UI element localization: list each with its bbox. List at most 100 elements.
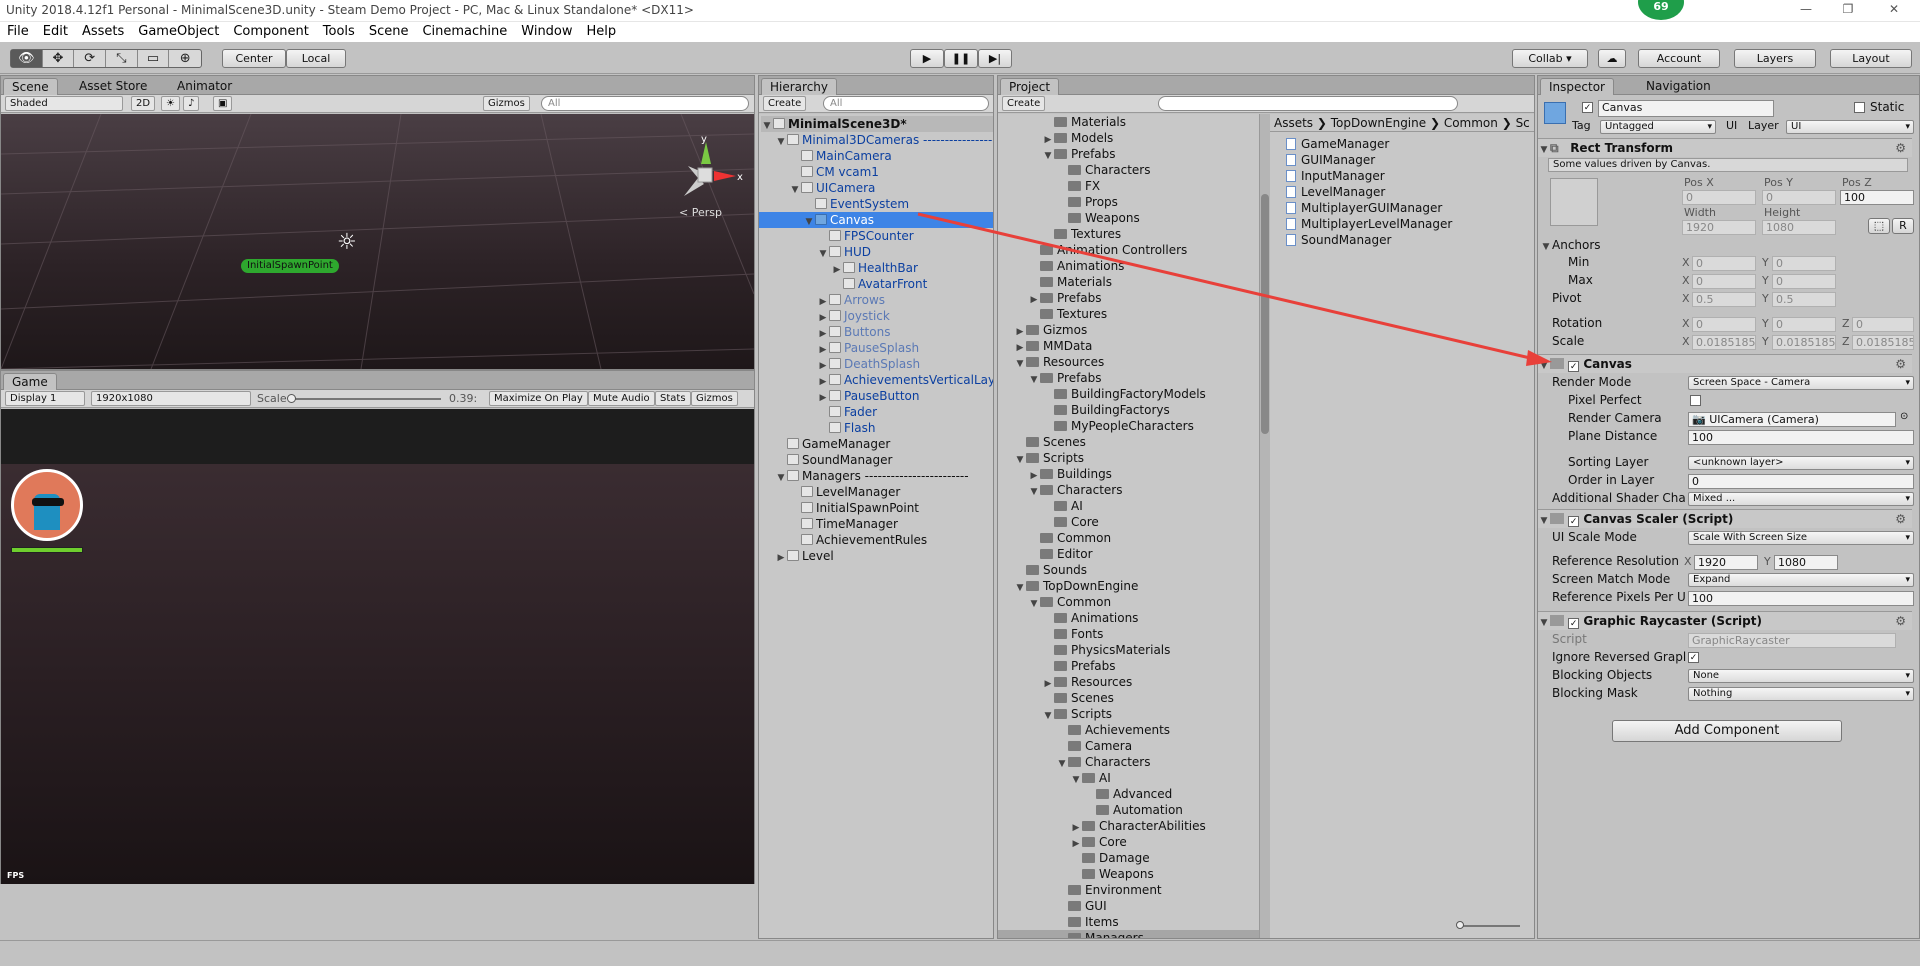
- component-settings-icon[interactable]: ⚙: [1895, 355, 1906, 373]
- hierarchy-row[interactable]: AvatarFront: [759, 276, 993, 292]
- order-in-layer-field[interactable]: 0: [1688, 474, 1914, 489]
- tab-hierarchy[interactable]: Hierarchy: [761, 78, 838, 95]
- menu-scene[interactable]: Scene: [362, 22, 416, 39]
- rotate-tool-icon[interactable]: ⟳: [74, 50, 107, 67]
- breadcrumb-assets[interactable]: Assets: [1274, 116, 1313, 130]
- persp-label[interactable]: < Persp: [679, 206, 722, 219]
- step-button[interactable]: ▶|: [978, 49, 1012, 68]
- canvas-scaler-header[interactable]: ▼ ✓ Canvas Scaler (Script) ⚙: [1538, 509, 1912, 528]
- add-component-button[interactable]: Add Component: [1612, 720, 1842, 742]
- anchor-max-y-field[interactable]: 0: [1772, 274, 1836, 289]
- hierarchy-row[interactable]: ▶ PauseSplash: [759, 340, 993, 356]
- spawn-point-label[interactable]: InitialSpawnPoint: [241, 259, 339, 273]
- project-folder-row[interactable]: ▼ Scripts: [998, 706, 1259, 722]
- project-folder-row[interactable]: ▶ MMData: [998, 338, 1259, 354]
- width-field[interactable]: 1920: [1682, 220, 1756, 235]
- project-folder-row[interactable]: Characters: [998, 162, 1259, 178]
- pivot-local-button[interactable]: Local: [286, 49, 346, 68]
- scale-z-field[interactable]: 0.0185185: [1852, 335, 1914, 350]
- cloud-icon[interactable]: ☁: [1598, 49, 1626, 68]
- project-folder-row[interactable]: Items: [998, 914, 1259, 930]
- breadcrumb-common[interactable]: Common: [1444, 116, 1498, 130]
- tab-navigation[interactable]: Navigation: [1638, 78, 1719, 95]
- static-checkbox[interactable]: [1854, 102, 1865, 113]
- mute-audio-toggle[interactable]: Mute Audio: [588, 391, 655, 406]
- hierarchy-row[interactable]: AchievementRules: [759, 532, 993, 548]
- menu-file[interactable]: File: [0, 22, 36, 39]
- fold-arrow-icon[interactable]: ▶: [775, 550, 787, 566]
- project-folder-row[interactable]: FX: [998, 178, 1259, 194]
- menu-window[interactable]: Window: [514, 22, 579, 39]
- display-dropdown[interactable]: Display 1: [5, 391, 85, 406]
- height-field[interactable]: 1080: [1762, 220, 1836, 235]
- blueprint-mode-button[interactable]: ⬚: [1868, 218, 1890, 234]
- layers-dropdown[interactable]: Layers: [1734, 49, 1816, 68]
- anchor-preset-icon[interactable]: [1550, 178, 1598, 226]
- scale-y-field[interactable]: 0.0185185: [1772, 335, 1836, 350]
- hierarchy-row[interactable]: CM vcam1: [759, 164, 993, 180]
- scene-orientation-gizmo[interactable]: [666, 136, 746, 216]
- canvas-component-header[interactable]: ▼ ✓ Canvas ⚙: [1538, 354, 1912, 373]
- project-folder-row[interactable]: Textures: [998, 226, 1259, 242]
- script-file-item[interactable]: GUIManager: [1286, 152, 1375, 168]
- hierarchy-search-input[interactable]: All: [823, 96, 989, 111]
- raw-edit-button[interactable]: R: [1892, 218, 1914, 234]
- project-folder-row[interactable]: Materials: [998, 274, 1259, 290]
- reference-pixels-field[interactable]: 100: [1688, 591, 1914, 606]
- hierarchy-row[interactable]: ▶ Arrows: [759, 292, 993, 308]
- pixel-perfect-checkbox[interactable]: [1690, 395, 1701, 406]
- menu-cinemachine[interactable]: Cinemachine: [415, 22, 514, 39]
- scale-tool-icon[interactable]: ⤡: [106, 50, 138, 67]
- anchor-min-y-field[interactable]: 0: [1772, 256, 1836, 271]
- rotation-x-field[interactable]: 0: [1692, 317, 1756, 332]
- project-folder-row[interactable]: PhysicsMaterials: [998, 642, 1259, 658]
- pivot-x-field[interactable]: 0.5: [1692, 292, 1756, 307]
- ui-scale-mode-dropdown[interactable]: Scale With Screen Size: [1688, 531, 1914, 545]
- hierarchy-row[interactable]: GameManager: [759, 436, 993, 452]
- blocking-objects-dropdown[interactable]: None: [1688, 669, 1914, 683]
- menu-gameobject[interactable]: GameObject: [131, 22, 226, 39]
- project-folder-row[interactable]: ▶ Buildings: [998, 466, 1259, 482]
- rect-transform-header[interactable]: ▼ ⧉ Rect Transform ⚙: [1538, 138, 1912, 157]
- scale-slider-thumb[interactable]: [287, 394, 296, 403]
- project-folder-row[interactable]: BuildingFactoryModels: [998, 386, 1259, 402]
- hierarchy-create-button[interactable]: Create: [763, 96, 807, 111]
- layout-dropdown[interactable]: Layout: [1830, 49, 1912, 68]
- project-folder-row[interactable]: Fonts: [998, 626, 1259, 642]
- project-folder-row[interactable]: Weapons: [998, 210, 1259, 226]
- project-folder-row[interactable]: ▼ TopDownEngine: [998, 578, 1259, 594]
- project-folder-row[interactable]: Scenes: [998, 434, 1259, 450]
- project-folder-row[interactable]: ▶ Gizmos: [998, 322, 1259, 338]
- hierarchy-row[interactable]: ▼ UICamera: [759, 180, 993, 196]
- scale-x-field[interactable]: 0.0185185: [1692, 335, 1756, 350]
- menu-tools[interactable]: Tools: [316, 22, 362, 39]
- hierarchy-row[interactable]: ▶ Joystick: [759, 308, 993, 324]
- hierarchy-row[interactable]: ▼ Managers ------------------------: [759, 468, 993, 484]
- screen-match-mode-dropdown[interactable]: Expand: [1688, 573, 1914, 587]
- project-folder-row[interactable]: Damage: [998, 850, 1259, 866]
- scene-search-input[interactable]: All: [541, 96, 749, 111]
- project-folder-row[interactable]: ▼ Prefabs: [998, 146, 1259, 162]
- ignore-reversed-checkbox[interactable]: ✓: [1688, 652, 1699, 663]
- scrollbar-thumb[interactable]: [1261, 194, 1269, 434]
- graphic-raycaster-header[interactable]: ▼ ✓ Graphic Raycaster (Script) ⚙: [1538, 611, 1912, 630]
- project-folder-row[interactable]: Prefabs: [998, 658, 1259, 674]
- play-button[interactable]: ▶: [910, 49, 944, 68]
- script-file-item[interactable]: GameManager: [1286, 136, 1389, 152]
- project-folder-row[interactable]: Core: [998, 514, 1259, 530]
- project-folder-row[interactable]: Camera: [998, 738, 1259, 754]
- project-folder-row[interactable]: Animation Controllers: [998, 242, 1259, 258]
- project-folder-row[interactable]: ▶ Core: [998, 834, 1259, 850]
- transform-tool-icon[interactable]: ⊕: [169, 50, 201, 67]
- project-folder-row[interactable]: ▼ AI: [998, 770, 1259, 786]
- maximize-button[interactable]: ❐: [1838, 2, 1858, 18]
- project-folder-row[interactable]: Scenes: [998, 690, 1259, 706]
- anchor-min-x-field[interactable]: 0: [1692, 256, 1756, 271]
- hierarchy-row[interactable]: MainCamera: [759, 148, 993, 164]
- menu-assets[interactable]: Assets: [75, 22, 131, 39]
- project-folder-row[interactable]: Achievements: [998, 722, 1259, 738]
- project-folder-row[interactable]: Materials: [998, 114, 1259, 130]
- hierarchy-row[interactable]: LevelManager: [759, 484, 993, 500]
- project-tree-scrollbar[interactable]: [1260, 114, 1270, 938]
- hierarchy-row[interactable]: ▶ DeathSplash: [759, 356, 993, 372]
